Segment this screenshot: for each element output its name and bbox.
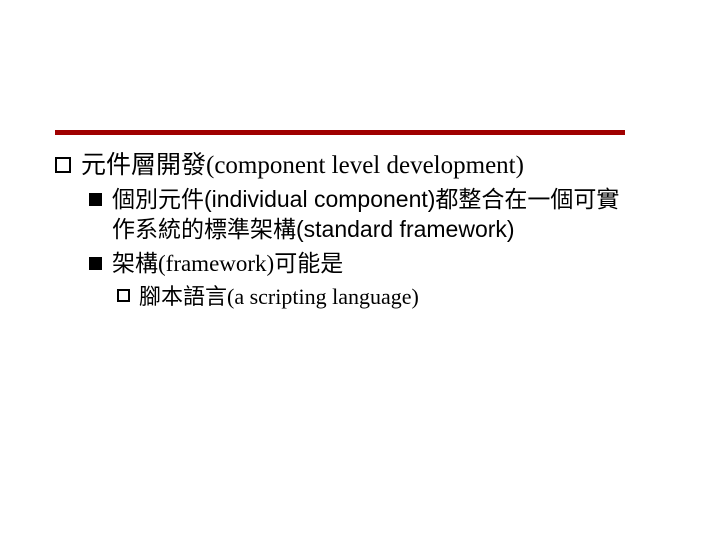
list-item-level2: 架構(framework)可能是 (89, 249, 655, 279)
level1-text: 元件層開發(component level development) (81, 150, 524, 181)
list-item-level3: 腳本語言(a scripting language) (117, 283, 655, 311)
horizontal-rule (55, 130, 625, 135)
filled-square-icon (89, 193, 102, 206)
list-item-level2: 個別元件(individual component)都整合在一個可實作系統的標準… (89, 185, 655, 245)
level2-text: 個別元件(individual component)都整合在一個可實作系統的標準… (112, 185, 632, 245)
hollow-square-icon (55, 157, 71, 173)
level2-text: 架構(framework)可能是 (112, 249, 343, 279)
slide-content: 元件層開發(component level development) 個別元件(… (55, 150, 655, 310)
level3-text: 腳本語言(a scripting language) (139, 283, 419, 311)
hollow-square-icon (117, 289, 130, 302)
list-item-level1: 元件層開發(component level development) (55, 150, 655, 181)
filled-square-icon (89, 257, 102, 270)
